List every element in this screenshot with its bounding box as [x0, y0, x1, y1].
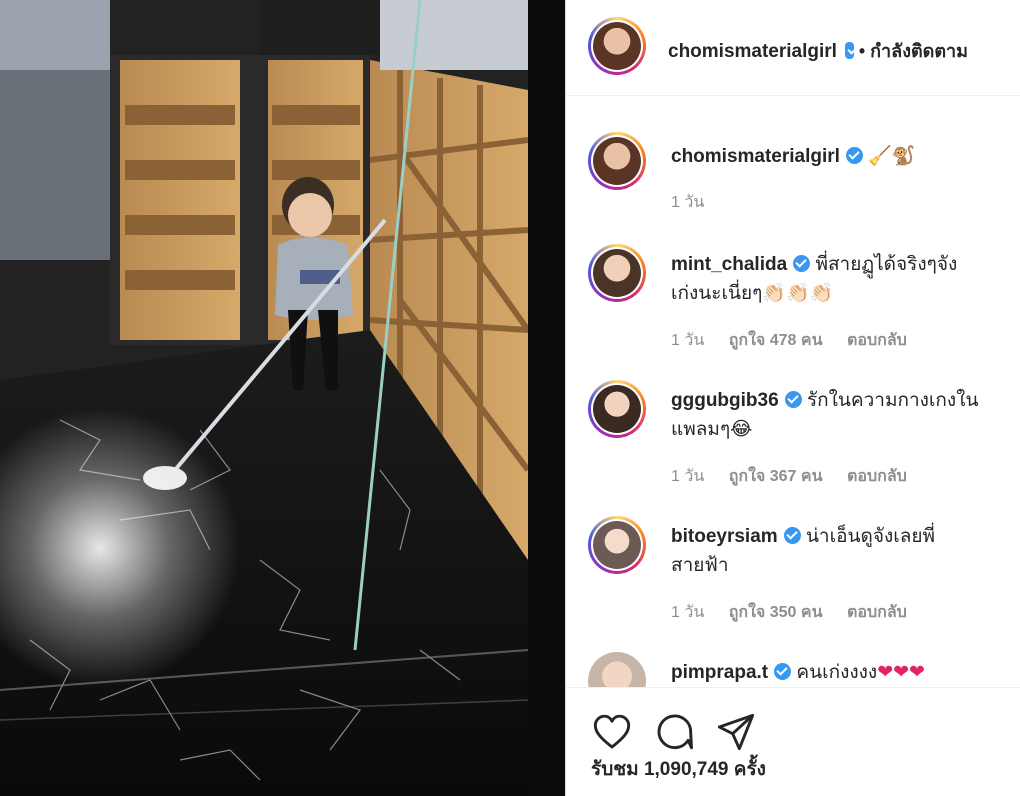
comment-text-line2: แพลมๆ	[671, 419, 731, 440]
comment-text-line2: เก่งนะเนี่ยๆ	[671, 283, 763, 304]
comment-text-line2: สายฟ้า	[671, 555, 729, 576]
comment-username[interactable]: mint_chalida	[671, 254, 787, 275]
video-player[interactable]	[0, 0, 528, 796]
post-actions: รับชม 1,090,749 ครั้ง	[566, 687, 1020, 796]
video-frame-image	[0, 0, 528, 796]
comment-emojis: ❤❤❤	[877, 661, 925, 683]
comment-text: คนเก่งงงง	[796, 662, 878, 683]
caption-time[interactable]: 1 วัน	[671, 194, 704, 211]
comment-likes[interactable]: ถูกใจ 478 คน	[729, 332, 823, 349]
verified-icon	[784, 391, 802, 408]
reply-button[interactable]: ตอบกลับ	[847, 332, 907, 349]
comment-icon[interactable]	[654, 712, 694, 752]
reply-button[interactable]: ตอบกลับ	[847, 468, 907, 485]
comments-list[interactable]: chomismaterialgirl 🧹🐒 1 วัน mint_chalida…	[566, 96, 1020, 687]
commenter-avatar[interactable]	[588, 380, 646, 438]
comment-username[interactable]: pimprapa.t	[671, 662, 768, 683]
commenter-avatar[interactable]	[588, 652, 646, 687]
view-count[interactable]: รับชม 1,090,749 ครั้ง	[591, 754, 766, 784]
comment-likes[interactable]: ถูกใจ 350 คน	[729, 604, 823, 621]
comment-time[interactable]: 1 วัน	[671, 468, 704, 485]
reply-button[interactable]: ตอบกลับ	[847, 604, 907, 621]
comment-username[interactable]: gggubgib36	[671, 390, 779, 411]
verified-icon	[774, 663, 792, 680]
verified-icon	[845, 42, 855, 59]
caption-avatar[interactable]	[588, 132, 646, 190]
following-button[interactable]: • กำลังติดตาม	[859, 41, 968, 61]
post-media[interactable]	[0, 0, 565, 796]
comment-time[interactable]: 1 วัน	[671, 604, 704, 621]
comment-likes[interactable]: ถูกใจ 367 คน	[729, 468, 823, 485]
post-header: chomismaterialgirl • กำลังติดตาม	[566, 0, 1020, 96]
comment-text: รักในความกางเกงใน	[806, 390, 979, 411]
author-username[interactable]: chomismaterialgirl	[668, 41, 837, 62]
commenter-avatar[interactable]	[588, 244, 646, 302]
comment-emojis: 👏🏻👏🏻👏🏻	[762, 282, 834, 304]
comment-text: น่าเอ็นดูจังเลยพี่	[805, 526, 936, 547]
caption-text: 🧹🐒	[868, 145, 916, 167]
comment-username[interactable]: bitoeyrsiam	[671, 526, 778, 547]
verified-icon	[793, 255, 811, 272]
caption-username[interactable]: chomismaterialgirl	[671, 146, 840, 167]
commenter-avatar[interactable]	[588, 516, 646, 574]
author-avatar[interactable]	[588, 17, 646, 75]
comment-time[interactable]: 1 วัน	[671, 332, 704, 349]
verified-icon	[783, 527, 801, 544]
share-icon[interactable]	[716, 712, 756, 752]
comment-emojis: 😂	[730, 418, 753, 440]
post-side-panel: chomismaterialgirl • กำลังติดตาม chomism…	[565, 0, 1020, 796]
heart-icon[interactable]	[592, 712, 632, 752]
comment-text: พี่สายฏูได้จริงๆจัง	[815, 254, 958, 275]
verified-icon	[845, 147, 863, 164]
